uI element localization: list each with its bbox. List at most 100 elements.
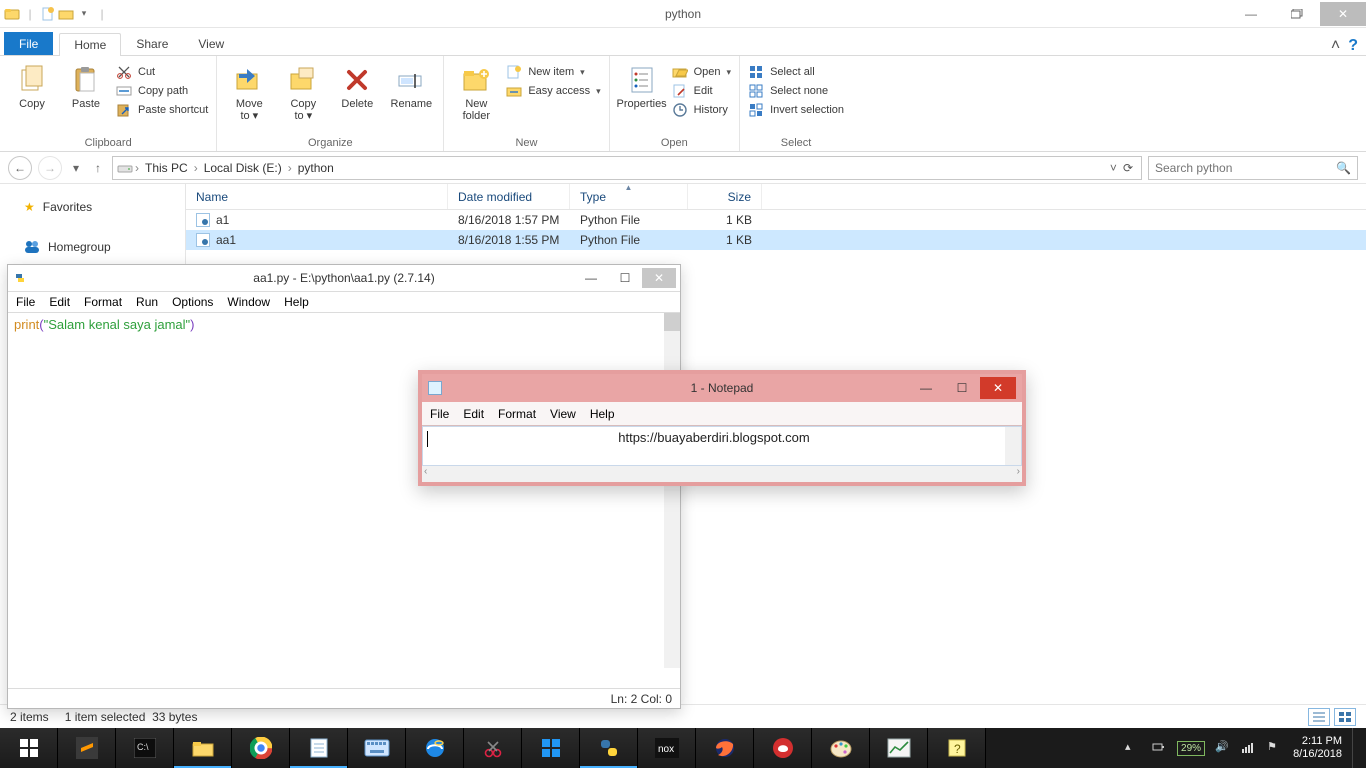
idle-menu-run[interactable]: Run — [136, 295, 158, 309]
tray-clock[interactable]: 2:11 PM 8/16/2018 — [1293, 735, 1342, 761]
idle-scroll-thumb[interactable] — [664, 313, 680, 331]
tray-network-icon[interactable] — [1241, 740, 1257, 756]
start-button[interactable] — [0, 728, 58, 768]
taskbar-chrome[interactable] — [232, 728, 290, 768]
forward-button[interactable]: → — [38, 156, 62, 180]
up-button[interactable]: ↑ — [90, 161, 106, 175]
ribbon-collapse-icon[interactable]: ˄ — [1331, 37, 1340, 55]
properties-button[interactable]: Properties — [618, 60, 666, 110]
notepad-titlebar[interactable]: 1 - Notepad — ☐ ✕ — [422, 374, 1022, 402]
paste-shortcut-button[interactable]: Paste shortcut — [116, 102, 208, 118]
tray-battery[interactable]: 29% — [1177, 741, 1205, 756]
new-doc-icon[interactable] — [40, 6, 56, 22]
recent-locations-button[interactable]: ▾ — [68, 161, 84, 175]
easy-access-button[interactable]: Easy access — [506, 83, 600, 99]
taskbar-firefox[interactable] — [696, 728, 754, 768]
back-button[interactable]: ← — [8, 156, 32, 180]
qat-dropdown-icon[interactable]: ▾ — [76, 6, 92, 22]
select-none-button[interactable]: Select none — [748, 83, 844, 99]
copy-button[interactable]: Copy — [8, 60, 56, 110]
search-box[interactable]: 🔍 — [1148, 156, 1358, 180]
col-modified[interactable]: Date modified — [448, 184, 570, 209]
edit-button[interactable]: Edit — [672, 83, 731, 99]
notepad-close-button[interactable]: ✕ — [980, 377, 1016, 399]
idle-minimize-button[interactable]: — — [574, 268, 608, 288]
taskbar-python[interactable] — [580, 728, 638, 768]
delete-button[interactable]: Delete — [333, 60, 381, 110]
np-menu-edit[interactable]: Edit — [463, 407, 484, 421]
idle-window[interactable]: aa1.py - E:\python\aa1.py (2.7.14) — ☐ ✕… — [7, 264, 681, 709]
breadcrumb-seg-1[interactable]: Local Disk (E:) — [200, 161, 286, 175]
view-large-icon[interactable] — [1334, 708, 1356, 726]
show-desktop-button[interactable] — [1352, 728, 1358, 768]
idle-menu-format[interactable]: Format — [84, 295, 122, 309]
np-menu-file[interactable]: File — [430, 407, 449, 421]
refresh-icon[interactable]: ⟳ — [1123, 161, 1133, 175]
breadcrumb[interactable]: › This PC › Local Disk (E:) › python ˅ ⟳ — [112, 156, 1142, 180]
idle-titlebar[interactable]: aa1.py - E:\python\aa1.py (2.7.14) — ☐ ✕ — [8, 265, 680, 291]
notepad-vscroll[interactable] — [1005, 427, 1021, 465]
restore-button[interactable] — [1274, 2, 1320, 26]
col-name[interactable]: Name — [186, 184, 448, 209]
nav-homegroup[interactable]: Homegroup — [10, 236, 175, 258]
tray-volume-icon[interactable]: 🔊 — [1215, 740, 1231, 756]
taskbar-defender[interactable] — [522, 728, 580, 768]
taskbar-sticky[interactable]: ? — [928, 728, 986, 768]
folder-open-icon[interactable] — [58, 6, 74, 22]
col-type[interactable]: ▲Type — [570, 184, 688, 209]
taskbar-taskmgr[interactable] — [870, 728, 928, 768]
np-menu-format[interactable]: Format — [498, 407, 536, 421]
taskbar-osk[interactable] — [348, 728, 406, 768]
breadcrumb-seg-0[interactable]: This PC — [141, 161, 192, 175]
tab-home[interactable]: Home — [59, 33, 121, 56]
taskbar-snip[interactable] — [464, 728, 522, 768]
file-row[interactable]: a1 8/16/2018 1:57 PM Python File 1 KB — [186, 210, 1366, 230]
copy-path-button[interactable]: Copy path — [116, 83, 208, 99]
np-menu-view[interactable]: View — [550, 407, 576, 421]
cut-button[interactable]: Cut — [116, 64, 208, 80]
explorer-titlebar[interactable]: | ▾ | python — ✕ — [0, 0, 1366, 28]
search-input[interactable] — [1155, 161, 1336, 175]
breadcrumb-seg-2[interactable]: python — [294, 161, 338, 175]
copy-to-button[interactable]: Copy to ▾ — [279, 60, 327, 122]
minimize-button[interactable]: — — [1228, 2, 1274, 26]
taskbar-ie[interactable] — [406, 728, 464, 768]
new-folder-button[interactable]: New folder — [452, 60, 500, 122]
col-size[interactable]: Size — [688, 184, 762, 209]
help-icon[interactable]: ? — [1348, 37, 1358, 55]
invert-selection-button[interactable]: Invert selection — [748, 102, 844, 118]
tab-file[interactable]: File — [4, 32, 53, 55]
tray-flag-icon[interactable]: ⚑ — [1267, 740, 1283, 756]
notepad-maximize-button[interactable]: ☐ — [944, 377, 980, 399]
notepad-editor[interactable]: https://buayaberdiri.blogspot.com — [422, 426, 1022, 466]
idle-menu-window[interactable]: Window — [227, 295, 270, 309]
move-to-button[interactable]: Move to ▾ — [225, 60, 273, 122]
taskbar-cmd[interactable]: C:\ — [116, 728, 174, 768]
select-all-button[interactable]: Select all — [748, 64, 844, 80]
tab-share[interactable]: Share — [121, 32, 183, 55]
nav-favorites[interactable]: ★Favorites — [10, 196, 175, 218]
idle-menu-file[interactable]: File — [16, 295, 35, 309]
tab-view[interactable]: View — [183, 32, 239, 55]
idle-close-button[interactable]: ✕ — [642, 268, 676, 288]
paste-button[interactable]: Paste — [62, 60, 110, 110]
idle-maximize-button[interactable]: ☐ — [608, 268, 642, 288]
taskbar-explorer[interactable] — [174, 728, 232, 768]
idle-menu-help[interactable]: Help — [284, 295, 309, 309]
tray-overflow-icon[interactable]: ▴ — [1125, 740, 1141, 756]
notepad-minimize-button[interactable]: — — [908, 377, 944, 399]
idle-scrollbar[interactable] — [664, 313, 680, 668]
address-dropdown-icon[interactable]: ˅ — [1110, 161, 1117, 175]
close-button[interactable]: ✕ — [1320, 2, 1366, 26]
taskbar-garena[interactable] — [754, 728, 812, 768]
taskbar-sublime[interactable] — [58, 728, 116, 768]
open-button[interactable]: Open — [672, 64, 731, 80]
tray-power-icon[interactable] — [1151, 740, 1167, 756]
search-icon[interactable]: 🔍 — [1336, 161, 1351, 175]
idle-menu-edit[interactable]: Edit — [49, 295, 70, 309]
file-row[interactable]: aa1 8/16/2018 1:55 PM Python File 1 KB — [186, 230, 1366, 250]
taskbar-nox[interactable]: nox — [638, 728, 696, 768]
taskbar-paint[interactable] — [812, 728, 870, 768]
taskbar-notepad[interactable] — [290, 728, 348, 768]
np-menu-help[interactable]: Help — [590, 407, 615, 421]
